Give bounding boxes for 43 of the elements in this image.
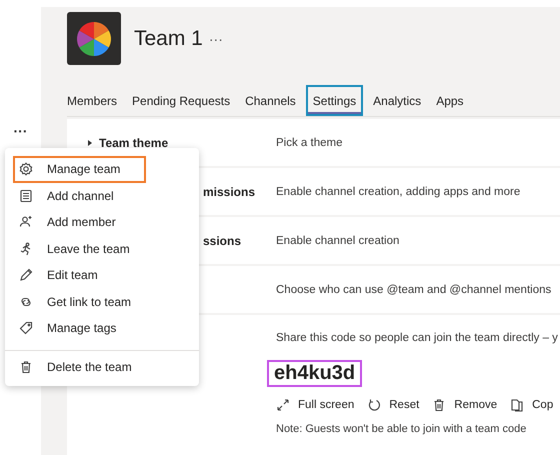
more-options-button[interactable]: ··· [208,30,223,46]
setting-description: Enable channel creation [276,234,400,246]
running-person-icon [19,242,33,256]
menu-item[interactable]: Add member [13,209,191,236]
tab[interactable]: Channels [240,85,301,116]
menu-item[interactable]: Delete the team [13,354,191,380]
menu-item[interactable]: Leave the team [13,236,191,262]
setting-description: Share this code so people can join the team directly – y [276,332,559,344]
note-text: Note: Guests won't be able to join with a team code [276,423,528,435]
setting-title: Team theme [99,136,168,150]
setting-title: missions [203,184,256,198]
team-code: eh4ku3d [267,360,362,387]
more-options-button[interactable]: ··· [14,124,28,138]
tab[interactable]: Pending Requests [127,85,236,116]
setting-description: Enable channel creation, adding apps and more [276,186,520,198]
tab[interactable]: Members [67,85,122,116]
menu-item[interactable]: Edit team [13,262,191,288]
trash-icon [432,398,446,412]
setting-title: ssions [203,234,242,248]
tab[interactable]: Apps [431,85,469,116]
trash-icon [19,360,33,374]
person-add-icon [19,215,33,230]
team-avatar [67,12,121,65]
menu-item[interactable]: Add channel [13,182,191,209]
tab[interactable]: Analytics [368,85,426,116]
menu-item[interactable]: Manage team [13,156,146,182]
action-button[interactable]: Remove [432,398,498,412]
expand-icon [276,398,290,412]
pencil-icon [19,268,33,282]
copy-icon [510,398,524,412]
reset-icon [367,398,382,412]
menu-item[interactable]: Manage tags [13,315,191,342]
team-name: Team 1 [134,26,203,50]
menu-item[interactable]: Get link to team [13,288,191,315]
setting-description: Choose who can use @team and @channel mentions [276,284,552,296]
setting-description: Pick a theme [276,136,342,148]
gear-icon [19,162,33,176]
action-button[interactable]: Cop [510,398,554,412]
list-icon [19,188,33,203]
action-button[interactable]: Full screen [276,398,354,412]
tab[interactable]: Settings [306,85,364,116]
tag-icon [19,321,33,336]
action-button[interactable]: Reset [367,398,420,412]
